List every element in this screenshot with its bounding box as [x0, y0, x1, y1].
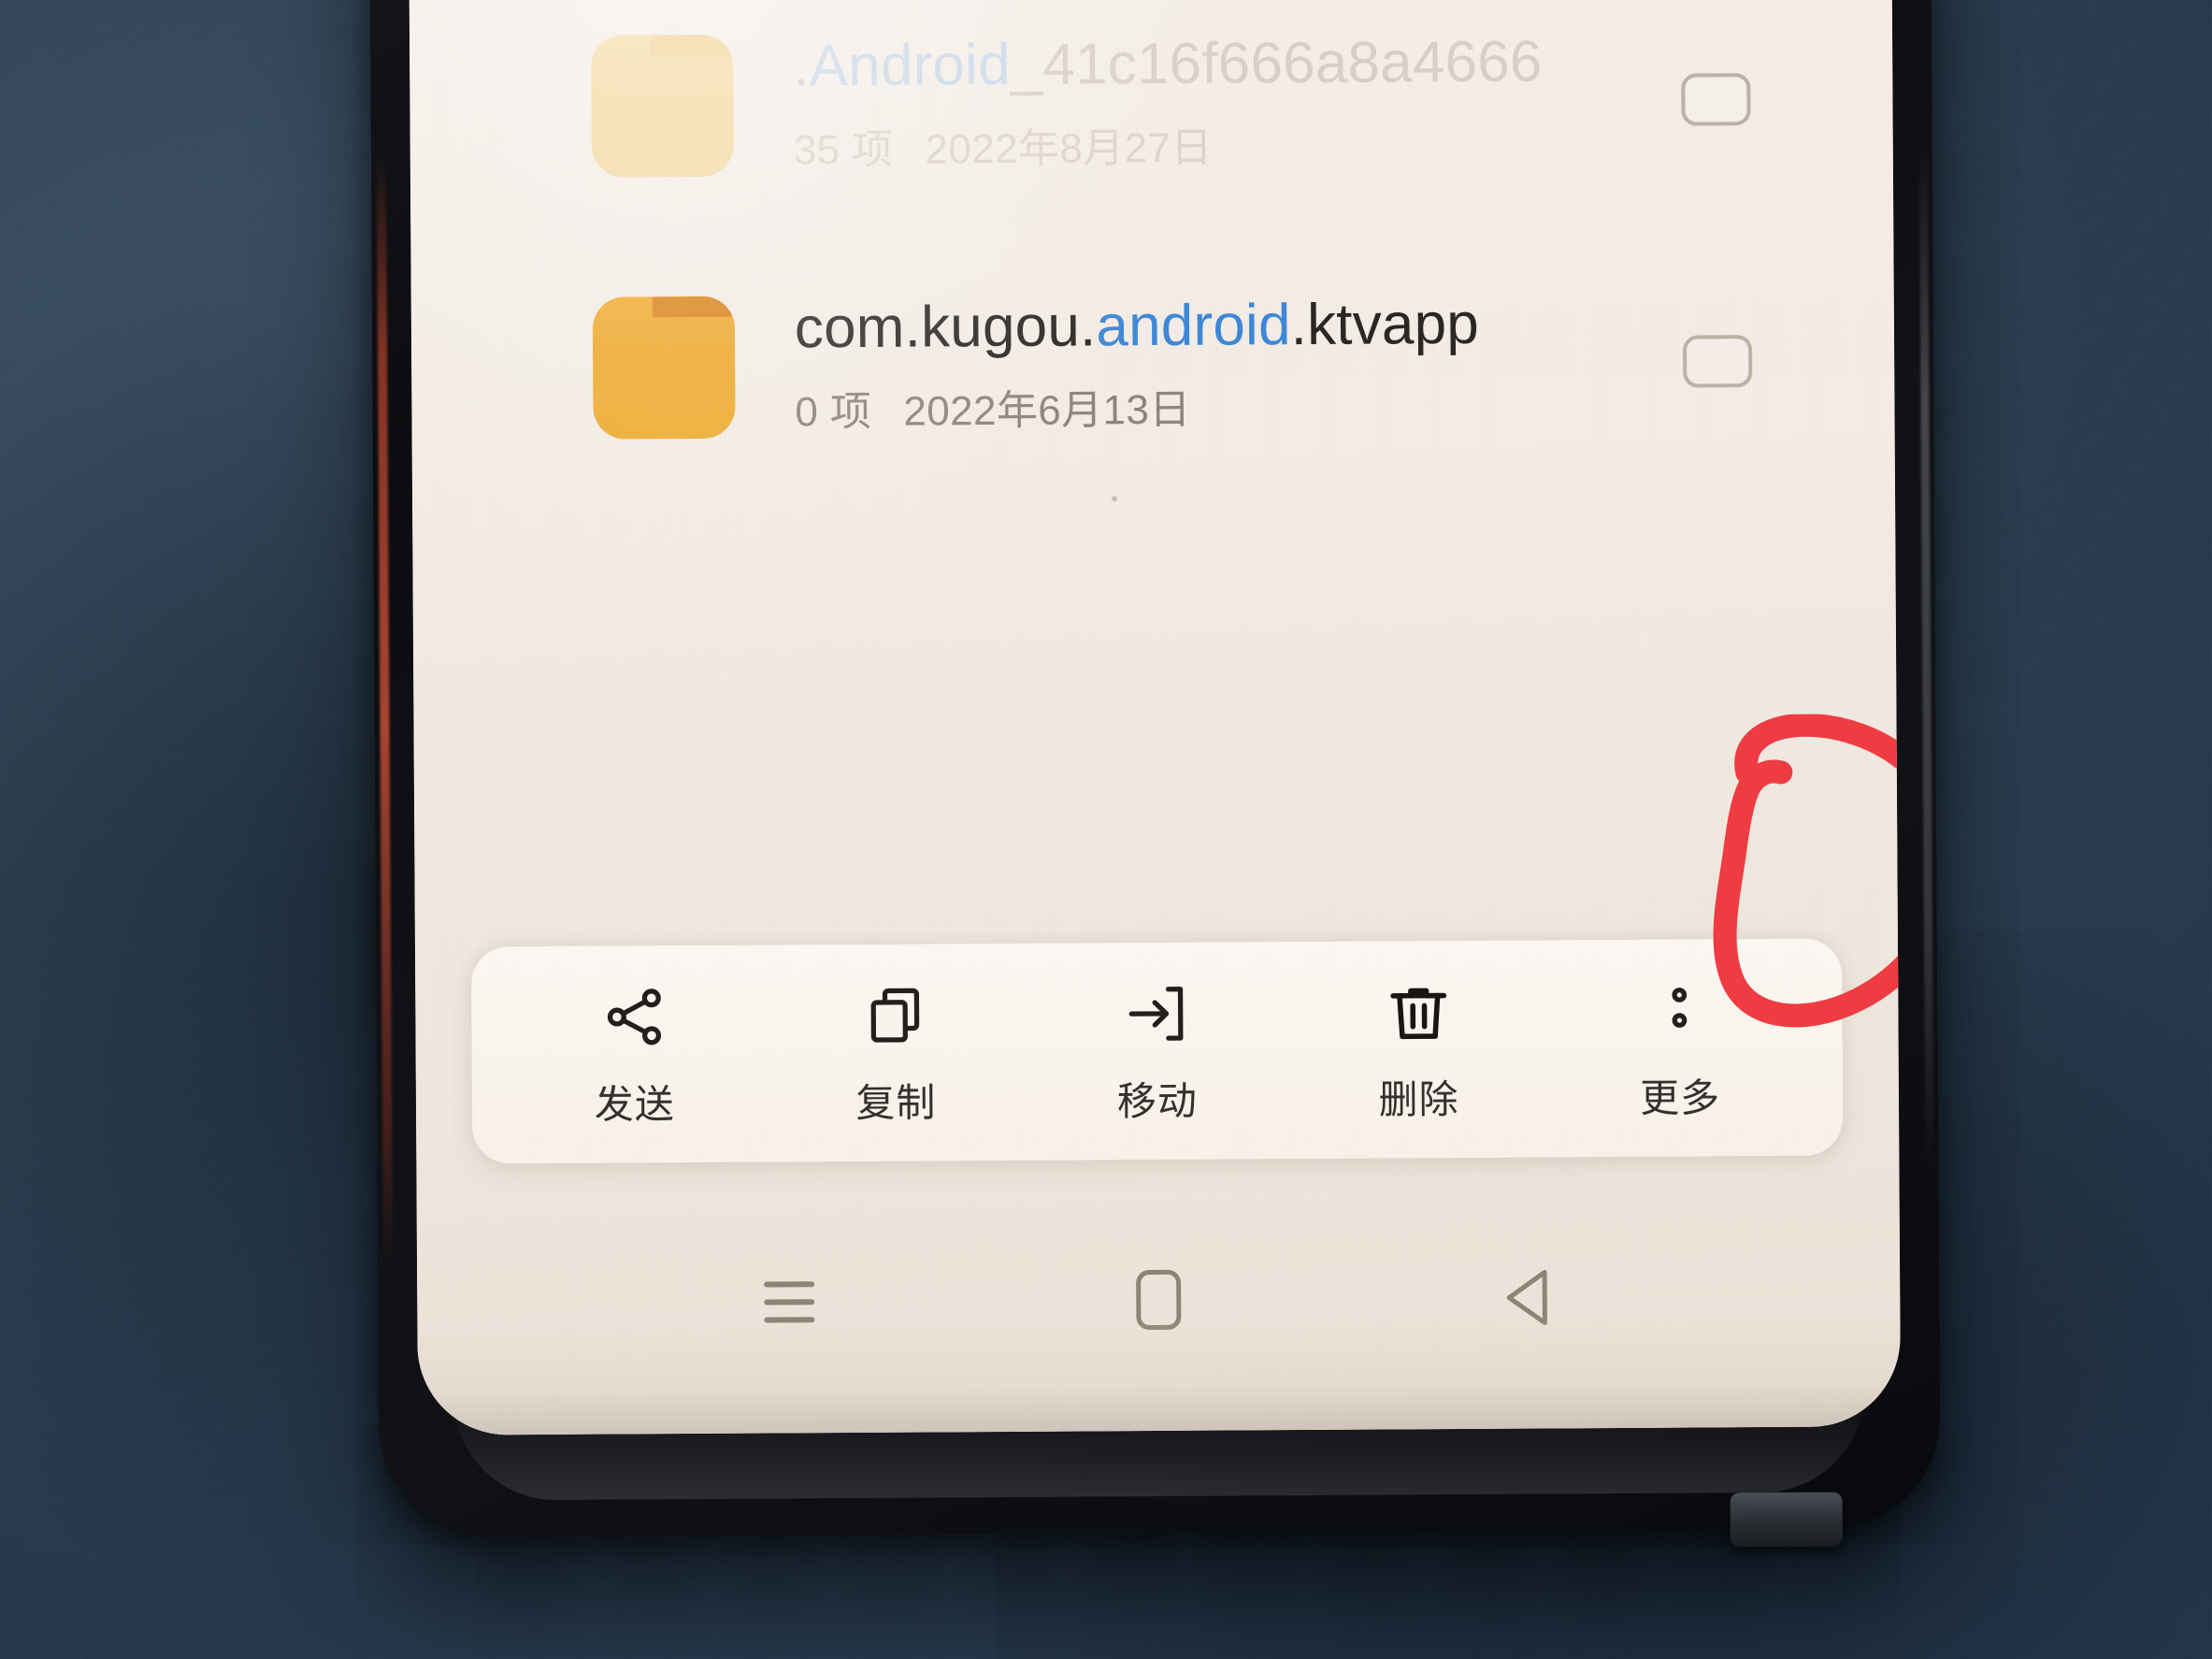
title-prefix: com.kugou.: [794, 294, 1097, 361]
hamburger-icon: [763, 1281, 815, 1323]
action-label: 删除: [1378, 1076, 1459, 1122]
phone-bottom-port: [1730, 1492, 1843, 1548]
item-count: 35 项: [793, 126, 894, 174]
row-checkbox[interactable]: [1681, 73, 1751, 126]
action-label: 移动: [1116, 1078, 1199, 1123]
phone-bezel-highlight-left: [376, 154, 393, 1259]
phone-screen: com.ss.android.article.video 1 项2022年11月…: [408, 0, 1902, 1435]
list-item[interactable]: .Android_41c16f666a8a4666 35 项 2022年8月27日: [409, 0, 1894, 238]
action-copy[interactable]: 复制: [802, 977, 990, 1129]
list-item-meta: 0 项 2022年6月13日: [795, 372, 1683, 438]
more-vertical-icon: [1645, 973, 1714, 1047]
dust-speck: [1112, 496, 1118, 502]
share-icon: [599, 979, 668, 1054]
phone-device: com.ss.android.article.video 1 项2022年11月…: [368, 0, 1941, 1548]
action-label: 发送: [594, 1081, 675, 1127]
nav-home-button[interactable]: [1088, 1248, 1229, 1352]
trash-icon: [1384, 974, 1453, 1049]
phone-bezel-highlight-right: [1918, 144, 1934, 1174]
folder-icon: [592, 296, 736, 440]
copy-icon: [861, 977, 930, 1052]
title-suffix: _41c16f666a8a4666: [1010, 29, 1543, 98]
move-into-icon: [1122, 975, 1191, 1050]
title-suffix: .ktvapp: [1290, 292, 1480, 358]
rounded-square-icon: [1136, 1269, 1182, 1331]
action-move[interactable]: 移动: [1063, 975, 1251, 1127]
list-item[interactable]: com.kugou.android.ktvapp 0 项 2022年6月13日: [410, 229, 1895, 500]
action-more[interactable]: 更多: [1586, 972, 1774, 1123]
action-send[interactable]: 发送: [540, 978, 728, 1130]
selection-action-toolbar[interactable]: 发送 复制 移动 删除 更多: [470, 938, 1844, 1164]
title-prefix: .: [793, 34, 810, 99]
action-delete[interactable]: 删除: [1325, 974, 1513, 1125]
nav-recents-button[interactable]: [719, 1250, 860, 1354]
row-checkbox[interactable]: [1682, 335, 1753, 388]
title-match-highlight: Android: [809, 33, 1011, 99]
nav-back-button[interactable]: [1458, 1246, 1599, 1349]
list-item-title: .Android_41c16f666a8a4666: [793, 29, 1681, 99]
item-date: 2022年8月27日: [925, 124, 1213, 173]
folder-icon: [591, 34, 734, 178]
action-label: 更多: [1639, 1075, 1721, 1120]
action-label: 复制: [855, 1079, 937, 1125]
android-navigation-bar[interactable]: [417, 1220, 1901, 1379]
list-item-texts: com.kugou.android.ktvapp 0 项 2022年6月13日: [795, 291, 1684, 438]
triangle-left-icon: [1503, 1264, 1552, 1330]
list-item-meta: 35 项 2022年8月27日: [794, 110, 1682, 176]
title-match-highlight: android: [1096, 293, 1291, 359]
item-count: 0 项: [795, 388, 872, 436]
list-item-title: com.kugou.android.ktvapp: [795, 291, 1683, 361]
list-item-texts: .Android_41c16f666a8a4666 35 项 2022年8月27日: [793, 29, 1682, 176]
file-list[interactable]: com.ss.android.article.video 1 项2022年11月…: [408, 0, 1895, 500]
item-date: 2022年6月13日: [903, 386, 1191, 435]
